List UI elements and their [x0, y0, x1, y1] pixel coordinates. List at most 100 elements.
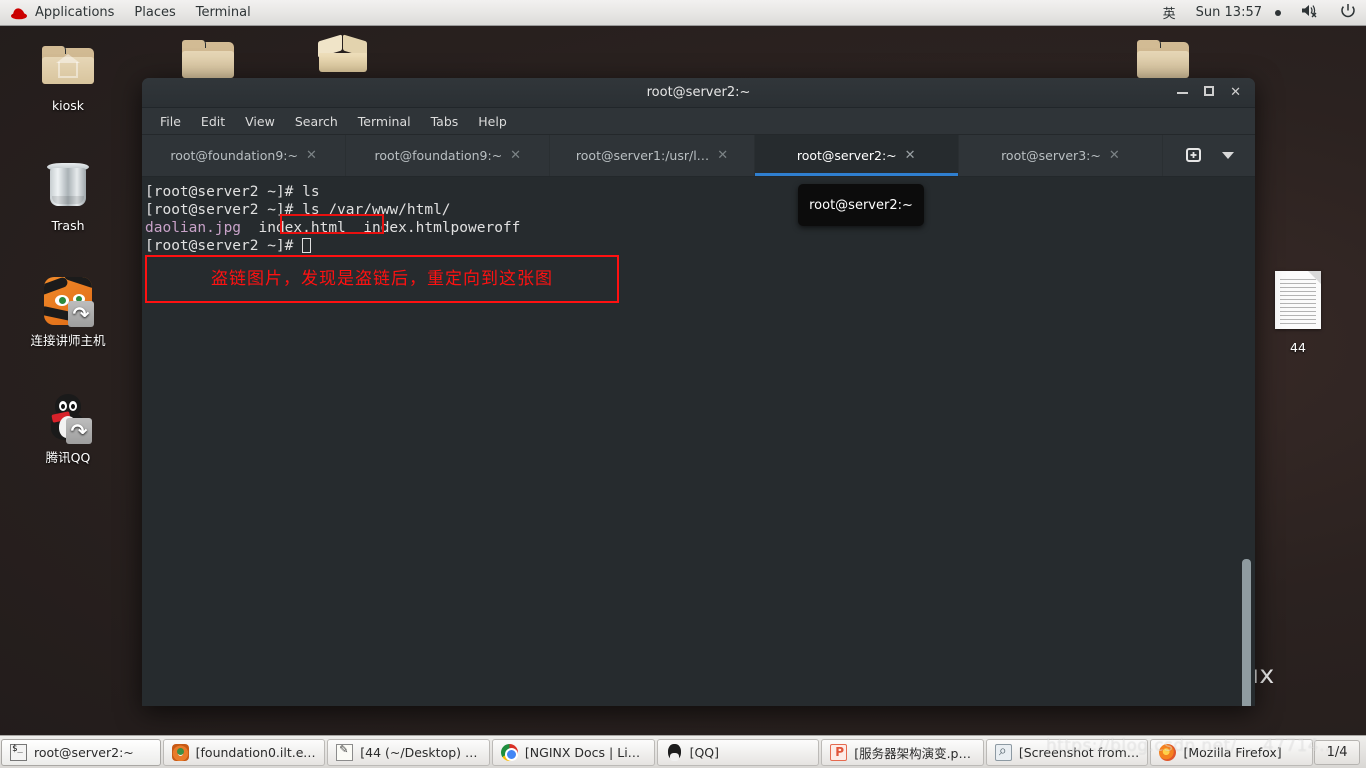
volume-muted-icon — [1301, 3, 1320, 22]
power-button[interactable] — [1330, 0, 1366, 26]
text-editor-icon — [336, 743, 354, 761]
file-name-daolian: daolian.jpg — [145, 220, 242, 236]
desktop-icon-kiosk[interactable]: kiosk — [20, 38, 116, 113]
tab-label: root@server3:~ — [1001, 148, 1101, 163]
taskbar-item-label: [QQ] — [689, 744, 719, 760]
window-title: root@server2:~ — [646, 85, 751, 100]
top-panel: Applications Places Terminal 英 Sun 13:57 — [0, 0, 1366, 26]
power-icon — [1340, 3, 1356, 23]
workspace-label: 1/4 — [1326, 744, 1348, 760]
firefox-old-icon — [171, 743, 189, 761]
desktop-icon-label: 44 — [1290, 340, 1306, 355]
applications-menu[interactable]: Applications — [0, 0, 124, 26]
terminal-tabbar: root@foundation9:~ ✕ root@foundation9:~ … — [142, 135, 1255, 177]
powerpoint-icon — [830, 743, 848, 761]
annotation-note-text: 盗链图片，发现是盗链后，重定向到这张图 — [211, 269, 553, 289]
terminal-icon — [10, 743, 27, 761]
terminal-menu[interactable]: Terminal — [186, 0, 261, 26]
menu-edit[interactable]: Edit — [193, 111, 233, 132]
maximize-button[interactable] — [1204, 86, 1215, 99]
tab-close-icon[interactable]: ✕ — [717, 148, 728, 163]
menu-terminal[interactable]: Terminal — [350, 111, 419, 132]
taskbar-item-qq[interactable]: [QQ] — [656, 738, 820, 766]
menu-help[interactable]: Help — [470, 111, 515, 132]
terminal-window[interactable]: root@server2:~ ✕ File Edit View Search T… — [142, 78, 1255, 706]
taskbar-item-label: [Screenshot from … — [1018, 744, 1140, 760]
places-menu[interactable]: Places — [124, 0, 185, 26]
taskbar-item-ppt[interactable]: [服务器架构演变.p… — [821, 738, 984, 766]
clock-label: Sun 13:57 — [1195, 5, 1262, 20]
desktop-icon-tencent-qq[interactable]: 腾讯QQ — [20, 390, 116, 465]
menu-view[interactable]: View — [237, 111, 283, 132]
taskbar-item-label: [foundation0.ilt.exa… — [195, 744, 317, 760]
tab-close-icon[interactable]: ✕ — [1109, 148, 1120, 163]
menu-tabs[interactable]: Tabs — [423, 111, 467, 132]
qq-icon — [666, 743, 683, 761]
desktop-icon-label: kiosk — [51, 98, 85, 113]
close-button[interactable]: ✕ — [1230, 86, 1241, 99]
tab-tooltip: root@server2:~ — [798, 184, 924, 226]
places-menu-label: Places — [134, 5, 176, 20]
taskbar-item-label: root@server2:~ — [34, 744, 134, 760]
qq-penguin-shortcut-icon — [20, 390, 116, 446]
terminal-scrollbar[interactable] — [1242, 559, 1251, 706]
home-folder-icon — [20, 38, 116, 94]
terminal-line-text: [root@server2 ~]# ls — [145, 184, 320, 200]
tab-server1[interactable]: root@server1:/usr/l… ✕ — [550, 135, 755, 176]
shortcut-arrow-icon — [66, 418, 92, 444]
tiger-app-shortcut-icon — [20, 273, 116, 329]
taskbar-item-firefox[interactable]: [Mozilla Firefox] — [1150, 738, 1314, 766]
chrome-icon — [500, 743, 518, 761]
window-controls: ✕ — [1177, 86, 1255, 99]
taskbar-item-editor-44[interactable]: [44 (~/Desktop) - … — [327, 738, 490, 766]
terminal-cursor — [302, 238, 312, 253]
tab-foundation9-1[interactable]: root@foundation9:~ ✕ — [142, 135, 347, 176]
trash-icon — [20, 158, 116, 214]
desktop-icon-trash[interactable]: Trash — [20, 158, 116, 233]
terminal-menubar: File Edit View Search Terminal Tabs Help — [142, 108, 1255, 135]
menu-file[interactable]: File — [152, 111, 189, 132]
redhat-logo-icon — [10, 6, 28, 20]
terminal-line-prompt: [root@server2 ~]# — [145, 237, 1255, 255]
taskbar-item-terminal[interactable]: root@server2:~ — [1, 738, 161, 766]
tab-tooltip-text: root@server2:~ — [809, 197, 913, 213]
taskbar-item-nginx-docs[interactable]: [NGINX Docs | Li… — [491, 738, 655, 766]
taskbar-item-label: [服务器架构演变.p… — [854, 745, 971, 761]
input-method-label: 英 — [1162, 7, 1176, 22]
tab-server3[interactable]: root@server3:~ ✕ — [959, 135, 1164, 176]
taskbar-item-screenshot[interactable]: [Screenshot from … — [985, 738, 1149, 766]
tab-server2[interactable]: root@server2:~ ✕ — [754, 135, 959, 176]
shortcut-arrow-icon — [68, 301, 94, 327]
open-box-icon — [295, 26, 391, 82]
desktop-icon-label: 腾讯QQ — [45, 450, 91, 465]
input-method-indicator[interactable]: 英 — [1153, 0, 1186, 26]
tab-close-icon[interactable]: ✕ — [306, 148, 317, 163]
desktop-icon-label: Trash — [51, 218, 85, 233]
taskbar-item-label: [Mozilla Firefox] — [1183, 744, 1282, 760]
desktop-icon-document-44[interactable]: 44 — [1250, 271, 1346, 355]
workspace-indicator[interactable]: 1/4 — [1314, 739, 1361, 765]
clock[interactable]: Sun 13:57 — [1186, 0, 1291, 26]
terminal-prompt-text: [root@server2 ~]# — [145, 238, 303, 254]
new-tab-icon[interactable] — [1185, 147, 1202, 165]
menu-search[interactable]: Search — [287, 111, 346, 132]
document-icon — [1250, 271, 1346, 329]
taskbar-item-foundation0[interactable]: [foundation0.ilt.exa… — [162, 738, 326, 766]
annotation-box-filename — [280, 214, 384, 234]
tab-label: root@foundation9:~ — [374, 148, 503, 163]
chevron-down-icon[interactable] — [1221, 152, 1234, 159]
applications-menu-label: Applications — [35, 5, 115, 20]
desktop-icon-label: 连接讲师主机 — [30, 333, 106, 348]
taskbar-item-label: [44 (~/Desktop) - … — [360, 744, 481, 760]
volume-button[interactable] — [1291, 0, 1330, 26]
tab-close-icon[interactable]: ✕ — [905, 148, 916, 163]
terminal-output-area[interactable]: [root@server2 ~]# ls [root@server2 ~]# l… — [142, 177, 1255, 706]
terminal-titlebar[interactable]: root@server2:~ ✕ — [142, 78, 1255, 108]
desktop-icon-connect-teacher-host[interactable]: 连接讲师主机 — [20, 273, 116, 348]
taskbar: root@server2:~ [foundation0.ilt.exa… [44… — [0, 735, 1366, 768]
notification-dot-icon — [1275, 9, 1281, 16]
minimize-button[interactable] — [1177, 86, 1189, 99]
tab-close-icon[interactable]: ✕ — [510, 148, 521, 163]
tab-foundation9-2[interactable]: root@foundation9:~ ✕ — [346, 135, 551, 176]
desktop-icon-hidden-box[interactable] — [295, 26, 391, 82]
